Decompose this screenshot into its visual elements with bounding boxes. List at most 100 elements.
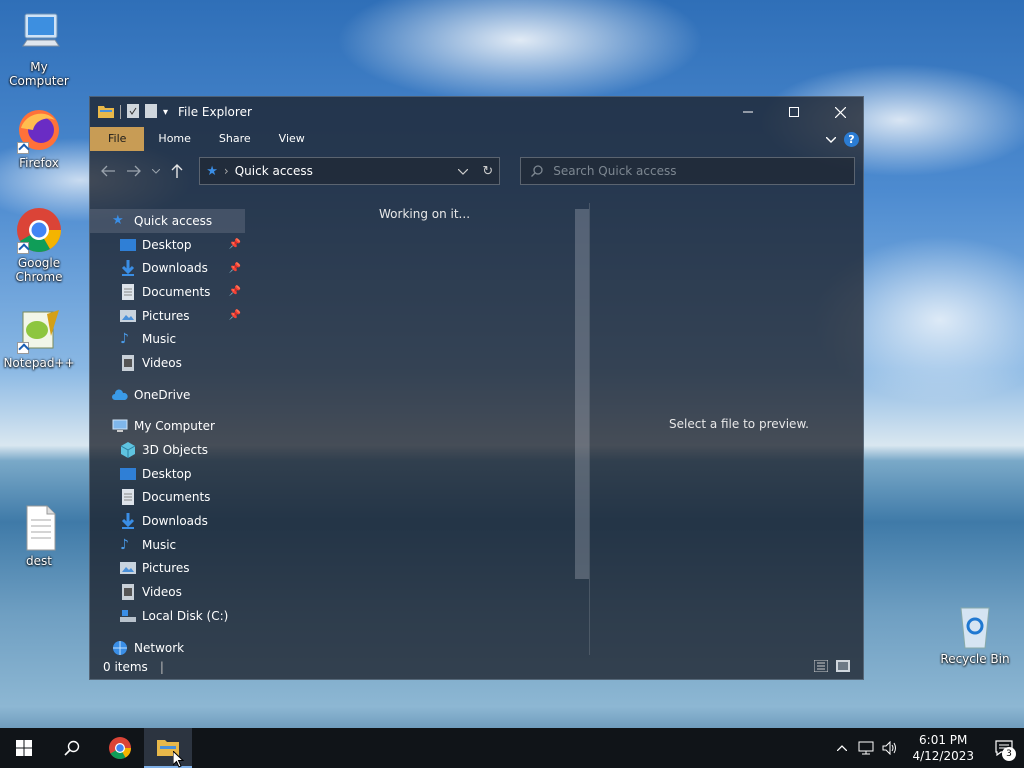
help-icon[interactable]: ? — [844, 131, 859, 147]
search-icon — [531, 165, 543, 177]
clock-date: 4/12/2023 — [912, 749, 974, 763]
windows-logo-icon — [16, 740, 32, 756]
title-bar[interactable]: ▾ File Explorer — [90, 97, 863, 127]
nav-item-onedrive[interactable]: OneDrive — [90, 383, 245, 407]
up-button[interactable] — [167, 161, 187, 181]
pictures-icon — [120, 309, 136, 322]
refresh-icon[interactable]: ↻ — [482, 164, 493, 179]
new-folder-icon[interactable] — [145, 103, 157, 121]
item-count: 0 items — [103, 660, 148, 674]
search-input[interactable]: Search Quick access — [520, 157, 855, 185]
start-button[interactable] — [0, 728, 48, 768]
nav-item-pc-downloads[interactable]: Downloads — [90, 509, 245, 533]
folder-icon — [98, 104, 114, 121]
nav-item-pc-documents[interactable]: Documents — [90, 486, 245, 510]
minimize-button[interactable] — [725, 97, 771, 127]
desktop-icon-dest[interactable]: dest — [1, 504, 77, 568]
pin-icon[interactable]: 📌 — [229, 286, 241, 297]
close-icon — [834, 106, 846, 118]
close-button[interactable] — [817, 97, 863, 127]
notepadpp-icon — [15, 306, 63, 354]
desktop-icon-label: Recycle Bin — [940, 652, 1010, 666]
search-button[interactable] — [48, 728, 96, 768]
volume-icon[interactable] — [878, 741, 902, 755]
desktop-icon-my-computer[interactable]: My Computer — [1, 10, 77, 88]
nav-item-desktop[interactable]: Desktop 📌 — [90, 233, 245, 257]
pin-icon[interactable]: 📌 — [229, 310, 241, 321]
desktop-icon-notepadpp[interactable]: Notepad++ — [1, 306, 77, 370]
nav-item-videos[interactable]: Videos — [90, 351, 245, 375]
desktop-icon-recycle-bin[interactable]: Recycle Bin — [937, 602, 1013, 666]
computer-icon — [112, 419, 128, 433]
nav-item-network[interactable]: Network — [90, 636, 245, 655]
downloads-icon — [121, 513, 135, 530]
pin-icon[interactable]: 📌 — [229, 239, 241, 250]
maximize-button[interactable] — [771, 97, 817, 127]
text-file-icon — [15, 504, 63, 552]
3d-objects-icon — [120, 442, 136, 459]
address-dropdown-icon[interactable] — [457, 164, 469, 178]
system-tray: 6:01 PM 4/12/2023 3 — [830, 728, 1024, 768]
desktop-folder-icon — [120, 238, 136, 251]
vertical-scrollbar[interactable] — [575, 209, 589, 579]
expand-ribbon-icon[interactable] — [825, 133, 837, 146]
breadcrumb-location[interactable]: Quick access — [235, 164, 313, 178]
tab-share[interactable]: Share — [205, 127, 265, 151]
nav-item-pictures[interactable]: Pictures 📌 — [90, 304, 245, 328]
downloads-icon — [121, 260, 135, 277]
taskbar-chrome-button[interactable] — [96, 728, 144, 768]
nav-item-my-computer[interactable]: My Computer — [90, 415, 245, 439]
show-hidden-icons-icon[interactable] — [830, 745, 854, 751]
recent-locations-button[interactable] — [150, 161, 162, 181]
nav-item-pc-videos[interactable]: Videos — [90, 580, 245, 604]
videos-icon — [122, 584, 134, 601]
quick-access-toolbar: ▾ — [98, 103, 168, 121]
details-view-icon[interactable] — [813, 659, 829, 675]
tab-file[interactable]: File — [90, 127, 145, 151]
address-bar-row: ★ › Quick access ↻ Search Quick access — [90, 151, 863, 191]
taskbar: 6:01 PM 4/12/2023 3 — [0, 728, 1024, 768]
desktop-folder-icon — [120, 467, 136, 480]
recycle-bin-icon — [951, 602, 999, 650]
up-arrow-icon — [171, 164, 183, 178]
tab-view[interactable]: View — [265, 127, 319, 151]
ribbon-tabs: File Home Share View ? — [90, 127, 863, 151]
desktop-icon-label: My Computer — [9, 60, 69, 88]
search-placeholder: Search Quick access — [553, 164, 677, 178]
mouse-cursor-icon — [173, 751, 185, 768]
address-field[interactable]: ★ › Quick access ↻ — [199, 157, 501, 185]
shortcut-arrow-icon — [17, 142, 29, 154]
videos-icon — [122, 354, 134, 371]
file-list-pane[interactable]: Working on it... Select a file to previe… — [245, 203, 863, 655]
nav-item-local-disk[interactable]: Local Disk (C:) — [90, 604, 245, 628]
preview-message: Select a file to preview. — [669, 417, 809, 431]
nav-item-downloads[interactable]: Downloads 📌 — [90, 256, 245, 280]
forward-arrow-icon — [126, 165, 141, 177]
preview-divider[interactable] — [589, 203, 590, 655]
properties-icon[interactable] — [127, 103, 139, 121]
forward-button[interactable] — [124, 161, 144, 181]
tab-home[interactable]: Home — [144, 127, 204, 151]
nav-item-quick-access[interactable]: ★ Quick access — [90, 209, 245, 233]
clock[interactable]: 6:01 PM 4/12/2023 — [902, 732, 984, 764]
large-icons-view-icon[interactable] — [836, 659, 850, 675]
firefox-icon — [15, 106, 63, 154]
nav-item-music[interactable]: ♪ Music — [90, 327, 245, 351]
pin-icon[interactable]: 📌 — [229, 263, 241, 274]
nav-item-pc-desktop[interactable]: Desktop — [90, 462, 245, 486]
nav-item-pc-pictures[interactable]: Pictures — [90, 557, 245, 581]
nav-item-pc-music[interactable]: ♪ Music — [90, 533, 245, 557]
desktop-icon-label: Notepad++ — [3, 356, 75, 370]
action-center-button[interactable]: 3 — [984, 728, 1024, 768]
network-status-icon[interactable] — [854, 741, 878, 755]
desktop-icon-chrome[interactable]: Google Chrome — [1, 206, 77, 284]
minimize-icon — [743, 111, 753, 113]
customize-toolbar-icon[interactable]: ▾ — [163, 107, 168, 118]
shortcut-arrow-icon — [17, 242, 29, 254]
loading-message: Working on it... — [379, 207, 471, 221]
desktop-icon-firefox[interactable]: Firefox — [1, 106, 77, 170]
nav-item-documents[interactable]: Documents 📌 — [90, 280, 245, 304]
file-explorer-window[interactable]: ▾ File Explorer File Home Share View ? ★… — [89, 96, 864, 680]
back-button[interactable] — [98, 161, 118, 181]
nav-item-3d-objects[interactable]: 3D Objects — [90, 438, 245, 462]
